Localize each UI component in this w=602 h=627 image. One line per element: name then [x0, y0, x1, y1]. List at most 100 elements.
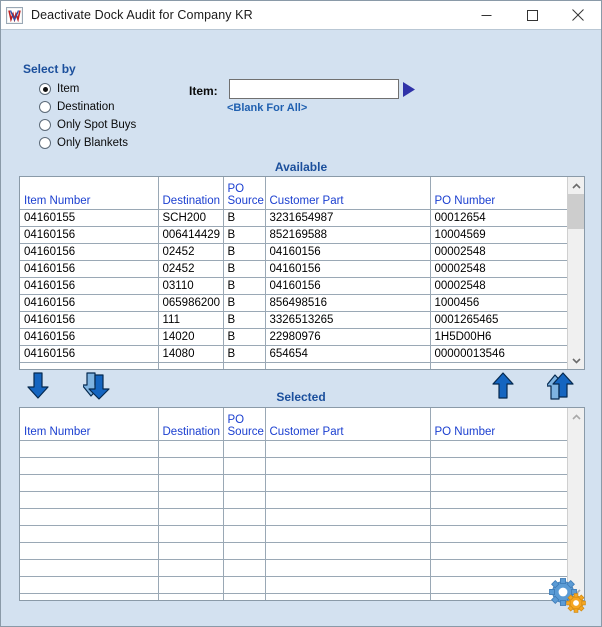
- cell-po-source: B: [223, 243, 266, 261]
- play-triangle-icon: [403, 82, 415, 97]
- cell-customer-part: [265, 474, 431, 492]
- title-bar: Deactivate Dock Audit for Company KR: [1, 1, 601, 30]
- cell-po-number: [430, 440, 567, 458]
- radio-destination[interactable]: Destination: [39, 98, 136, 116]
- table-row[interactable]: 04160156 14080 B 654654 00000013546: [20, 345, 567, 363]
- gears-settings-icon: [549, 578, 586, 613]
- cell-destination: [158, 508, 224, 526]
- cell-destination: [158, 474, 224, 492]
- table-row[interactable]: [20, 440, 567, 458]
- table-row[interactable]: [20, 474, 567, 492]
- cell-customer-part: 22980976: [265, 328, 431, 346]
- cell-customer-part: [265, 525, 431, 543]
- table-row[interactable]: 04160156 03110 B 04160156 00002548: [20, 277, 567, 295]
- w-app-icon: [6, 6, 23, 24]
- selected-col-destination[interactable]: Destination: [158, 408, 224, 441]
- cell-item-number: [20, 508, 159, 526]
- selected-grid: Item Number Destination PO Source Custom…: [19, 407, 585, 601]
- selected-scroll-track[interactable]: [568, 425, 584, 583]
- cell-customer-part: [265, 593, 431, 600]
- cell-destination: [158, 457, 224, 475]
- cell-customer-part: 04160156: [265, 243, 431, 261]
- available-col-destination[interactable]: Destination: [158, 177, 224, 210]
- selected-col-po-source[interactable]: PO Source: [223, 408, 266, 441]
- scroll-down-icon[interactable]: [568, 352, 584, 369]
- table-row[interactable]: [20, 593, 567, 600]
- cell-po-number: 1000456: [430, 294, 567, 312]
- cell-po-source: [223, 593, 266, 600]
- radio-item[interactable]: Item: [39, 80, 136, 98]
- selected-vertical-scrollbar[interactable]: [567, 408, 584, 600]
- table-row[interactable]: [20, 559, 567, 577]
- cell-po-number: [430, 491, 567, 509]
- table-row[interactable]: [20, 525, 567, 543]
- cell-po-source: B: [223, 226, 266, 244]
- cell-po-source: [223, 559, 266, 577]
- table-row[interactable]: 04160156 111 B 3326513265 0001265465: [20, 311, 567, 329]
- radio-only-spot-buys[interactable]: Only Spot Buys: [39, 116, 136, 134]
- radio-only-blankets[interactable]: Only Blankets: [39, 134, 136, 152]
- selected-col-customer-part[interactable]: Customer Part: [265, 408, 431, 441]
- cell-destination: [158, 491, 224, 509]
- cell-destination: 03110: [158, 277, 224, 295]
- close-icon[interactable]: [555, 1, 601, 29]
- cell-item-number: 04160156: [20, 294, 159, 312]
- minimize-icon[interactable]: [463, 1, 509, 29]
- scroll-up-icon[interactable]: [568, 177, 584, 194]
- cell-po-number: [430, 542, 567, 560]
- cell-item-number: 04160156: [20, 311, 159, 329]
- available-caption: Available: [274, 160, 328, 174]
- table-row[interactable]: [20, 542, 567, 560]
- available-col-po-source[interactable]: PO Source: [223, 177, 266, 210]
- radio-mark-icon: [39, 101, 51, 113]
- cell-destination: 111: [158, 311, 224, 329]
- cell-po-number: 10004569: [430, 226, 567, 244]
- cell-destination: [158, 593, 224, 600]
- item-input[interactable]: [229, 79, 399, 99]
- table-row[interactable]: 04160156 14020 B 22980976 1H5D00H6: [20, 328, 567, 346]
- selected-col-po-number[interactable]: PO Number: [430, 408, 567, 441]
- available-col-po-number[interactable]: PO Number: [430, 177, 567, 210]
- settings-button[interactable]: [549, 578, 589, 614]
- table-row[interactable]: [20, 576, 567, 594]
- maximize-icon[interactable]: [509, 1, 555, 29]
- available-vertical-scrollbar[interactable]: [567, 177, 584, 369]
- table-row[interactable]: 04160156 02452 B 04160156 00002548: [20, 260, 567, 278]
- cell-po-source: B: [223, 328, 266, 346]
- scroll-up-icon[interactable]: [568, 408, 584, 425]
- blank-for-all-hint: <Blank For All>: [227, 102, 308, 114]
- cell-po-source: B: [223, 277, 266, 295]
- cell-destination: [158, 525, 224, 543]
- table-row[interactable]: [20, 362, 567, 369]
- radio-mark-icon: [39, 83, 51, 95]
- selected-rows: [20, 440, 567, 600]
- cell-customer-part: 3231654987: [265, 209, 431, 227]
- cell-customer-part: [265, 457, 431, 475]
- cell-po-number: 1H5D00H6: [430, 328, 567, 346]
- table-row[interactable]: [20, 491, 567, 509]
- cell-destination: [158, 362, 224, 369]
- table-row[interactable]: [20, 508, 567, 526]
- available-scroll-track[interactable]: [568, 194, 584, 352]
- table-row[interactable]: 04160156 065986200 B 856498516 1000456: [20, 294, 567, 312]
- cell-po-source: [223, 457, 266, 475]
- available-col-customer-part[interactable]: Customer Part: [265, 177, 431, 210]
- available-scroll-thumb[interactable]: [568, 194, 584, 229]
- table-row[interactable]: 04160156 006414429 B 852169588 10004569: [20, 226, 567, 244]
- select-by-legend: Select by: [23, 62, 76, 76]
- cell-item-number: [20, 474, 159, 492]
- selected-grid-body[interactable]: Item Number Destination PO Source Custom…: [20, 408, 567, 600]
- cell-po-source: [223, 508, 266, 526]
- selected-col-item-number[interactable]: Item Number: [20, 408, 159, 441]
- dialog-window: Deactivate Dock Audit for Company KR Sel…: [0, 0, 602, 627]
- item-go-button[interactable]: [402, 81, 416, 98]
- available-col-item-number[interactable]: Item Number: [20, 177, 159, 210]
- table-row[interactable]: [20, 457, 567, 475]
- radio-mark-icon: [39, 137, 51, 149]
- cell-destination: 065986200: [158, 294, 224, 312]
- cell-item-number: [20, 576, 159, 594]
- available-grid-body[interactable]: Item Number Destination PO Source Custom…: [20, 177, 567, 369]
- cell-customer-part: [265, 576, 431, 594]
- table-row[interactable]: 04160155 SCH200 B 3231654987 00012654: [20, 209, 567, 227]
- table-row[interactable]: 04160156 02452 B 04160156 00002548: [20, 243, 567, 261]
